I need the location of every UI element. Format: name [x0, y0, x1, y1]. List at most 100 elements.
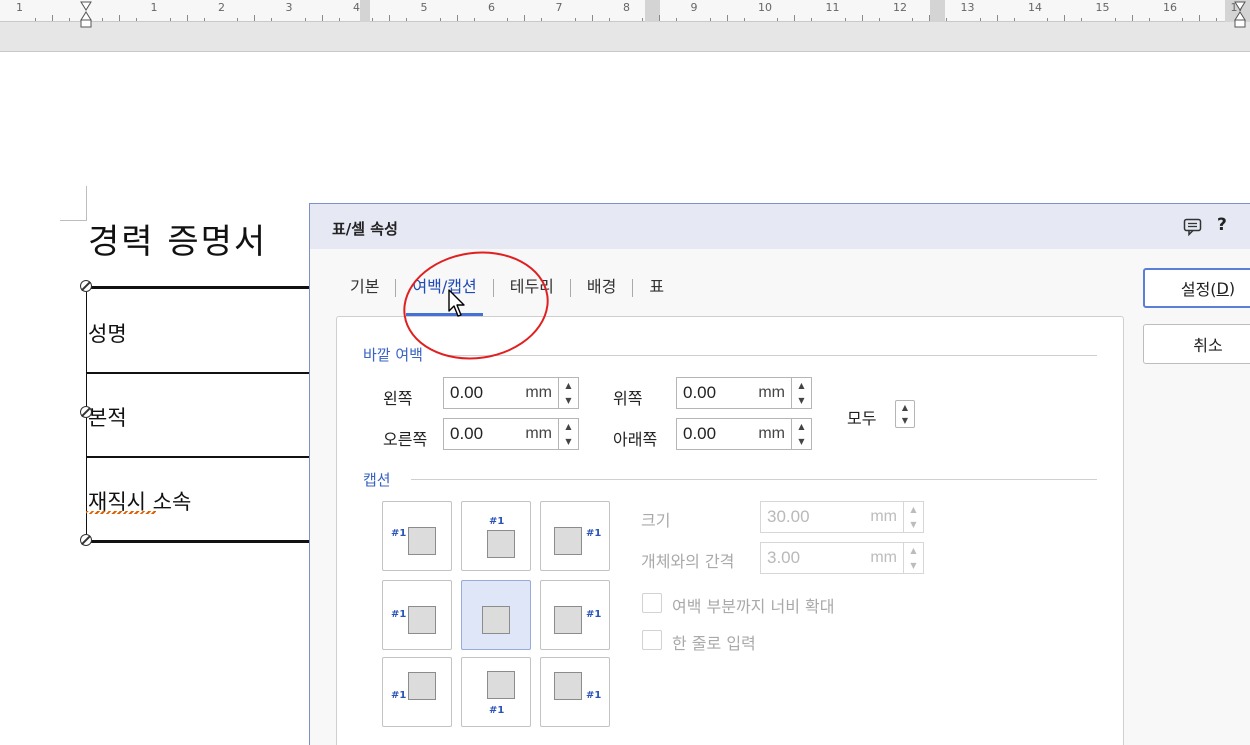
- ruler-tick: [51, 15, 53, 21]
- document-title[interactable]: 경력 증명서: [88, 214, 267, 263]
- object-box-icon: [554, 527, 582, 555]
- table-row-divider: [86, 372, 316, 374]
- comment-icon[interactable]: [1183, 218, 1203, 236]
- indent-marker-icon[interactable]: [80, 0, 92, 28]
- ruler-number: 15: [1095, 1, 1110, 14]
- arrow-down-icon[interactable]: ▼: [910, 520, 916, 529]
- ruler-tick: [119, 15, 121, 21]
- ruler-tick: [304, 18, 306, 21]
- ruler-number: 13: [960, 1, 975, 14]
- caption-position-bottom[interactable]: #1: [461, 657, 531, 727]
- expand-to-margin-checkbox[interactable]: [642, 593, 662, 613]
- table-bottom-border: [86, 540, 316, 543]
- caption-position-right[interactable]: #1: [540, 580, 610, 650]
- cancel-button[interactable]: 취소: [1143, 324, 1250, 364]
- caption-size-spinner: 30.00 mm ▲ ▼: [760, 501, 924, 533]
- ruler-tick: [102, 18, 104, 21]
- single-line-checkbox[interactable]: [642, 630, 662, 650]
- table-top-border: [86, 286, 316, 289]
- arrow-up-icon[interactable]: ▲: [798, 422, 804, 431]
- ruler-tick: [68, 18, 70, 21]
- caption-size-input[interactable]: 30.00 mm: [760, 501, 904, 533]
- arrow-up-icon[interactable]: ▲: [565, 381, 571, 390]
- caption-position-top[interactable]: #1: [461, 501, 531, 571]
- ruler-tick: [473, 18, 475, 21]
- right-indent-marker-icon[interactable]: [1234, 0, 1246, 28]
- caption-position-right-top[interactable]: #1: [540, 501, 610, 571]
- arrow-up-icon[interactable]: ▲: [798, 381, 804, 390]
- arrow-up-icon[interactable]: ▲: [565, 422, 571, 431]
- ruler-tick: [878, 18, 880, 21]
- left-margin-spinner: 0.00 mm ▲ ▼: [443, 377, 579, 409]
- arrow-down-icon[interactable]: ▼: [902, 416, 908, 425]
- top-margin-stepper[interactable]: ▲ ▼: [792, 377, 812, 409]
- ruler-tick: [811, 18, 813, 21]
- table-resize-handle-icon[interactable]: [80, 406, 92, 418]
- caption-size-stepper[interactable]: ▲ ▼: [904, 501, 924, 533]
- tab-background[interactable]: 배경: [571, 274, 632, 316]
- ruler-tick: [507, 18, 509, 21]
- arrow-down-icon[interactable]: ▼: [565, 437, 571, 446]
- caption-position-right-bottom[interactable]: #1: [540, 657, 610, 727]
- caption-gap-input[interactable]: 3.00 mm: [760, 542, 904, 574]
- table-cell-name[interactable]: 성명: [88, 318, 127, 348]
- caption-position-left-bottom[interactable]: #1: [382, 657, 452, 727]
- caption-position-none[interactable]: [461, 580, 531, 650]
- ruler-number: 12: [893, 1, 907, 14]
- top-margin-input[interactable]: 0.00 mm: [676, 377, 792, 409]
- help-button[interactable]: ?: [1217, 215, 1227, 235]
- object-box-icon: [554, 606, 582, 634]
- caption-gap-stepper[interactable]: ▲ ▼: [904, 542, 924, 574]
- expand-to-margin-label: 여백 부분까지 너비 확대: [672, 597, 835, 616]
- arrow-down-icon[interactable]: ▼: [798, 396, 804, 405]
- ruler-tick: [203, 18, 205, 21]
- arrow-up-icon[interactable]: ▲: [910, 546, 916, 555]
- ruler-tick: [136, 18, 138, 21]
- ruler-tick: [777, 18, 779, 21]
- dialog-titlebar[interactable]: 표/셀 속성 ?: [310, 204, 1250, 249]
- ruler-tick: [321, 15, 323, 21]
- ruler-number: 14: [1028, 1, 1042, 14]
- ruler-tick: [743, 18, 745, 21]
- left-margin-input[interactable]: 0.00 mm: [443, 377, 559, 409]
- ruler-tick: [456, 15, 458, 21]
- ruler-tick: [1199, 15, 1201, 21]
- caption-position-left[interactable]: #1: [382, 580, 452, 650]
- all-margins-stepper[interactable]: ▲ ▼: [895, 400, 915, 428]
- ruler-tick: [541, 18, 543, 21]
- bottom-margin-stepper[interactable]: ▲ ▼: [792, 418, 812, 450]
- caption-position-left-top[interactable]: #1: [382, 501, 452, 571]
- caption-size-label: 크기: [641, 511, 671, 530]
- ruler-number: 6: [488, 1, 495, 14]
- arrow-down-icon[interactable]: ▼: [798, 437, 804, 446]
- bottom-margin-input[interactable]: 0.00 mm: [676, 418, 792, 450]
- ruler-tick: [861, 15, 863, 21]
- arrow-up-icon[interactable]: ▲: [910, 505, 916, 514]
- ruler-tick: [1131, 15, 1133, 21]
- right-margin-stepper[interactable]: ▲ ▼: [559, 418, 579, 450]
- top-margin-label: 위쪽: [613, 389, 643, 408]
- ruler-margin-zone: [930, 0, 945, 22]
- arrow-down-icon[interactable]: ▼: [910, 561, 916, 570]
- left-margin-stepper[interactable]: ▲ ▼: [559, 377, 579, 409]
- ok-button[interactable]: 설정(D): [1143, 268, 1250, 308]
- right-margin-input[interactable]: 0.00 mm: [443, 418, 559, 450]
- all-margins-label: 모두: [847, 409, 877, 428]
- bottom-margin-label: 아래쪽: [613, 430, 658, 449]
- horizontal-ruler[interactable]: 1 1 2 3 4 5 6 7 8 9 10 11 12 13 14 15 16 17: [0, 0, 1250, 52]
- ruler-number: 4: [353, 1, 360, 14]
- ruler-tick: [524, 15, 526, 21]
- dialog-title: 표/셀 속성: [332, 220, 398, 238]
- arrow-up-icon[interactable]: ▲: [902, 403, 908, 412]
- ruler-tick: [1047, 18, 1049, 21]
- table-cell-origin[interactable]: 본적: [88, 402, 127, 432]
- tab-table[interactable]: 표: [633, 274, 680, 316]
- table-resize-handle-icon[interactable]: [80, 280, 92, 292]
- table-resize-handle-icon[interactable]: [80, 534, 92, 546]
- object-box-icon: [482, 606, 510, 634]
- ruler-tick: [439, 18, 441, 21]
- ruler-number: 16: [1163, 1, 1177, 14]
- arrow-down-icon[interactable]: ▼: [565, 396, 571, 405]
- tab-basic[interactable]: 기본: [334, 274, 395, 316]
- document-table[interactable]: 성명 본적 재직시 소속: [80, 280, 316, 546]
